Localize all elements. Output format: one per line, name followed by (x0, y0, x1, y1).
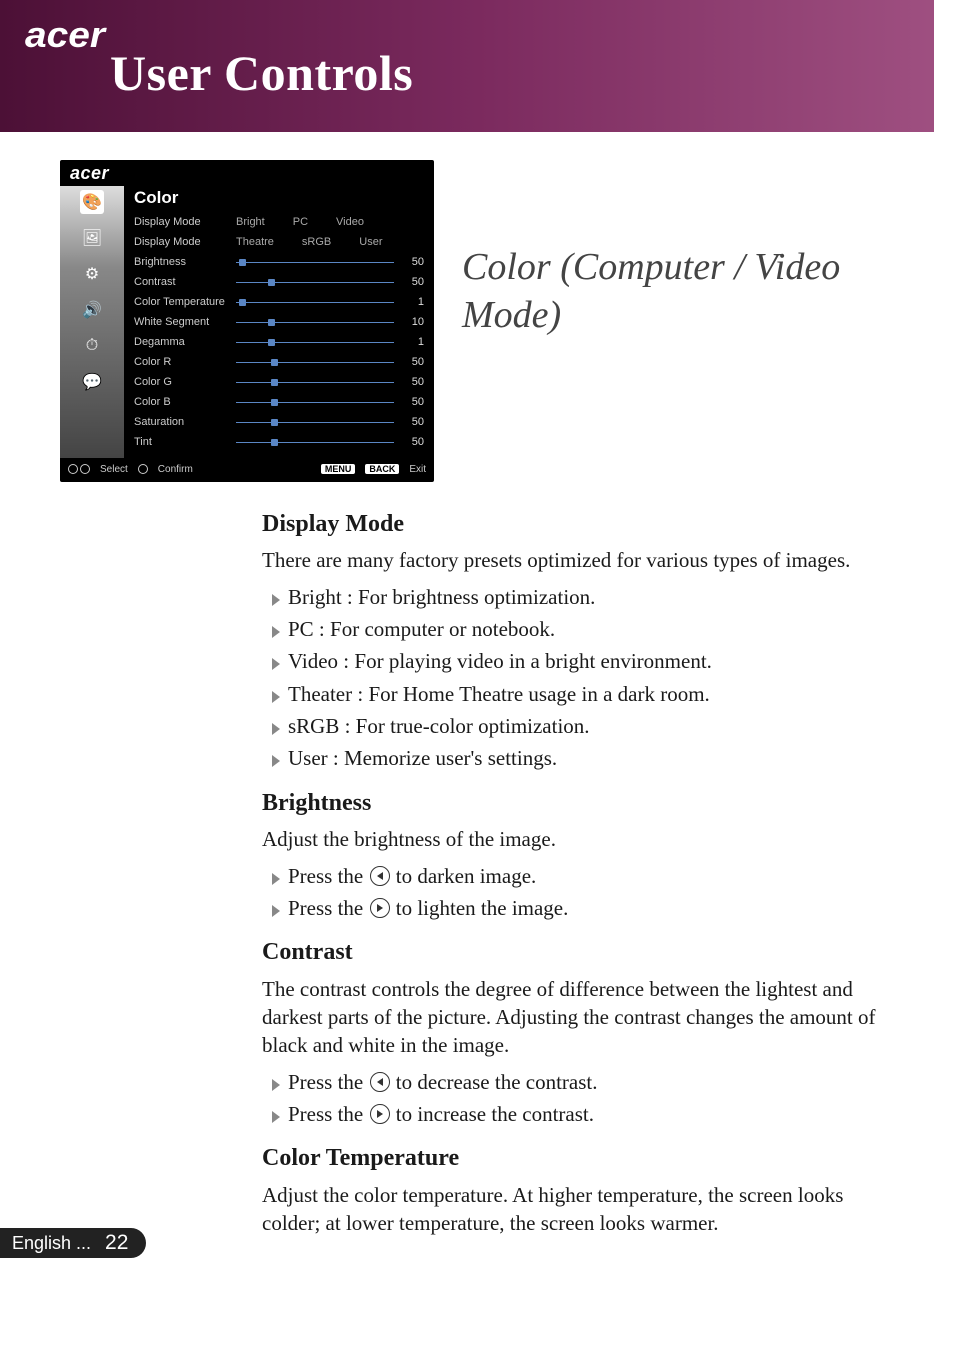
osd-row-value: 1 (400, 296, 424, 308)
bullet-icon (272, 905, 280, 917)
body-text: Display Mode There are many factory pres… (60, 508, 900, 1237)
osd-row-label: Degamma (134, 336, 236, 348)
osd-slider-row: Tint 50 (134, 432, 424, 452)
osd-screenshot: acer 🎨 🖼 ⚙ 🔊 ⏱ 💬 Color Display Mod (60, 160, 434, 482)
display-mode-bullet: Bright : For brightness optimization. (272, 583, 892, 611)
osd-slider-row: Degamma 1 (134, 332, 424, 352)
contrast-right-bullet: Press the to increase the contrast. (272, 1100, 892, 1128)
heading-display-mode: Display Mode (262, 508, 892, 540)
speaker-icon: 🔊 (80, 298, 104, 322)
page-badge: English ... 22 (0, 1228, 146, 1258)
osd-slider: 50 (236, 436, 424, 448)
brightness-intro: Adjust the brightness of the image. (262, 825, 892, 853)
osd-slider: 50 (236, 416, 424, 428)
osd-slider-row: White Segment 10 (134, 312, 424, 332)
bullet-icon (272, 1079, 280, 1091)
heading-contrast: Contrast (262, 936, 892, 968)
display-mode-bullet: PC : For computer or notebook. (272, 615, 892, 643)
bullet-icon (272, 755, 280, 767)
contrast-intro: The contrast controls the degree of diff… (262, 975, 892, 1060)
chapter-title: User Controls (110, 44, 413, 102)
display-mode-intro: There are many factory presets optimized… (262, 546, 892, 574)
osd-slider: 1 (236, 296, 424, 308)
bullet-icon (272, 1111, 280, 1123)
language-icon: 💬 (80, 370, 104, 394)
gear-icon: ⚙ (80, 262, 104, 286)
osd-row-value: 50 (400, 276, 424, 288)
section-title: Color (Computer / Video Mode) (462, 244, 900, 339)
header-band: acer User Controls (0, 0, 954, 132)
osd-slider-row: Color G 50 (134, 372, 424, 392)
osd-row-value: 10 (400, 316, 424, 328)
osd-slider-row: Contrast 50 (134, 272, 424, 292)
osd-row-label: Color B (134, 396, 236, 408)
palette-icon: 🎨 (80, 190, 104, 214)
osd-mode-row-1: Display Mode Bright PC Video (134, 212, 424, 232)
bullet-icon (272, 658, 280, 670)
osd-row-label: Color G (134, 376, 236, 388)
osd-row-label: Saturation (134, 416, 236, 428)
osd-row-value: 50 (400, 416, 424, 428)
osd-slider: 50 (236, 356, 424, 368)
brightness-left-bullet: Press the to darken image. (272, 862, 892, 890)
osd-slider: 50 (236, 276, 424, 288)
osd-row-value: 50 (400, 256, 424, 268)
osd-row-label: Color Temperature (134, 296, 236, 308)
menu-pill: MENU (321, 464, 356, 474)
osd-mode-row-2: Display Mode Theatre sRGB User (134, 232, 424, 252)
contrast-left-bullet: Press the to decrease the contrast. (272, 1068, 892, 1096)
osd-row-value: 50 (400, 436, 424, 448)
bullet-icon (272, 626, 280, 638)
bullet-icon (272, 691, 280, 703)
image-icon: 🖼 (80, 226, 104, 250)
bullet-icon (272, 594, 280, 606)
left-arrow-icon (370, 1072, 390, 1092)
heading-color-temperature: Color Temperature (262, 1142, 892, 1174)
display-mode-bullet: sRGB : For true-color optimization. (272, 712, 892, 740)
brand-logo: acer (28, 14, 102, 56)
osd-sidebar: 🎨 🖼 ⚙ 🔊 ⏱ 💬 (60, 186, 124, 458)
brightness-right-bullet: Press the to lighten the image. (272, 894, 892, 922)
osd-slider: 10 (236, 316, 424, 328)
osd-row-label: Color R (134, 356, 236, 368)
back-pill: BACK (365, 464, 399, 474)
page-number: 22 (97, 1228, 146, 1258)
osd-row-value: 50 (400, 376, 424, 388)
right-arrow-icon (370, 898, 390, 918)
osd-slider: 1 (236, 336, 424, 348)
osd-slider: 50 (236, 256, 424, 268)
osd-slider-row: Saturation 50 (134, 412, 424, 432)
display-mode-bullet: User : Memorize user's settings. (272, 744, 892, 772)
osd-slider: 50 (236, 376, 424, 388)
osd-footer: Select Confirm MENU BACK Exit (60, 458, 434, 482)
page-lang: English ... (0, 1228, 97, 1258)
osd-slider: 50 (236, 396, 424, 408)
osd-slider-row: Color B 50 (134, 392, 424, 412)
osd-row-label: White Segment (134, 316, 236, 328)
osd-row-value: 50 (400, 356, 424, 368)
osd-row-label: Brightness (134, 256, 236, 268)
left-arrow-icon (370, 866, 390, 886)
osd-brand: acer (70, 163, 109, 184)
display-mode-bullet: Theater : For Home Theatre usage in a da… (272, 680, 892, 708)
osd-row-value: 50 (400, 396, 424, 408)
display-mode-bullet: Video : For playing video in a bright en… (272, 647, 892, 675)
osd-heading: Color (134, 188, 424, 208)
osd-slider-row: Color Temperature 1 (134, 292, 424, 312)
osd-row-label: Tint (134, 436, 236, 448)
bullet-icon (272, 723, 280, 735)
timer-icon: ⏱ (80, 334, 104, 358)
osd-row-label: Contrast (134, 276, 236, 288)
osd-row-value: 1 (400, 336, 424, 348)
heading-brightness: Brightness (262, 787, 892, 819)
right-arrow-icon (370, 1104, 390, 1124)
osd-slider-row: Brightness 50 (134, 252, 424, 272)
color-temperature-intro: Adjust the color temperature. At higher … (262, 1181, 892, 1238)
bullet-icon (272, 873, 280, 885)
osd-slider-row: Color R 50 (134, 352, 424, 372)
